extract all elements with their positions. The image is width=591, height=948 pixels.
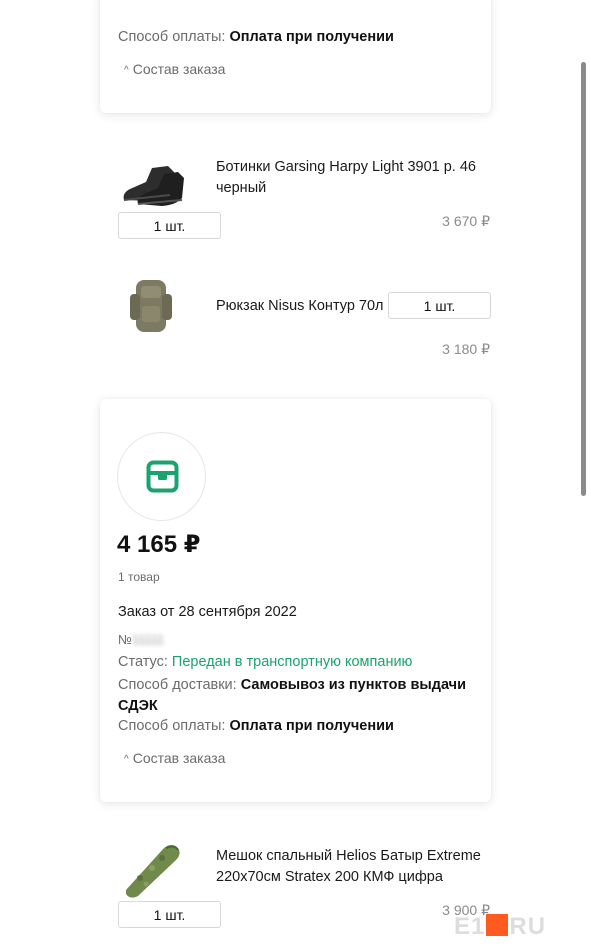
order-status-label: Статус: xyxy=(118,654,168,670)
product-name-backpack[interactable]: Рюкзак Nisus Контур 70л xyxy=(216,296,388,317)
order-date: Заказ от 28 сентября 2022 xyxy=(118,604,297,620)
order-number-row: №11111 xyxy=(118,632,164,647)
order-contents-label-main: Состав заказа xyxy=(132,750,226,766)
payment-method-label: Способ оплаты: xyxy=(118,29,226,45)
order-contents-toggle-main[interactable]: ^ Состав заказа xyxy=(124,750,225,766)
payment-method-value: Оплата при получении xyxy=(229,29,394,45)
order-icon-circle xyxy=(117,432,206,521)
sleeping-bag-image xyxy=(120,840,182,903)
order-status-value: Передан в транспортную компанию xyxy=(171,654,413,670)
package-icon xyxy=(146,460,179,493)
order-contents-label: Состав заказа xyxy=(132,61,226,77)
order-payment-label: Способ оплаты: xyxy=(118,718,226,734)
quantity-boots[interactable]: 1 шт. xyxy=(118,212,221,239)
order-contents-toggle[interactable]: ^ Состав заказа xyxy=(124,61,225,77)
order-payment-row: Способ оплаты: Оплата при получении xyxy=(118,718,394,734)
price-backpack: 3 180 ₽ xyxy=(442,341,490,357)
chevron-up-icon: ^ xyxy=(124,65,129,76)
quantity-sleeping-bag[interactable]: 1 шт. xyxy=(118,901,221,928)
order-status-row: Статус: Передан в транспортную компанию xyxy=(118,654,412,670)
watermark-left: E1 xyxy=(454,913,486,940)
backpack-image xyxy=(128,276,174,341)
product-name-boots[interactable]: Ботинки Garsing Harpy Light 3901 р. 46 ч… xyxy=(216,157,491,199)
scrollbar[interactable] xyxy=(581,62,586,496)
boots-image xyxy=(118,160,186,213)
order-payment-value: Оплата при получении xyxy=(229,718,394,734)
watermark-square-icon xyxy=(486,914,509,936)
order-number-value: 11111 xyxy=(131,632,165,647)
order-number-label: № xyxy=(118,632,132,647)
quantity-backpack[interactable]: 1 шт. xyxy=(388,292,491,319)
order-total: 4 165 ₽ xyxy=(117,531,201,558)
e1-watermark-logo: E1 RU xyxy=(454,913,588,941)
delivery-method-label: Способ доставки: xyxy=(118,677,237,693)
payment-method-row: Способ оплаты: Оплата при получении xyxy=(118,29,394,45)
order-item-count: 1 товар xyxy=(118,570,160,584)
delivery-method-row: Способ доставки: Самовывоз из пунктов вы… xyxy=(118,675,478,717)
chevron-up-icon: ^ xyxy=(124,754,129,765)
price-boots: 3 670 ₽ xyxy=(442,213,490,229)
order-card-previous xyxy=(100,0,491,113)
watermark-right: RU xyxy=(509,913,547,940)
product-name-sleeping-bag[interactable]: Мешок спальный Helios Батыр Extreme 220x… xyxy=(216,846,496,888)
